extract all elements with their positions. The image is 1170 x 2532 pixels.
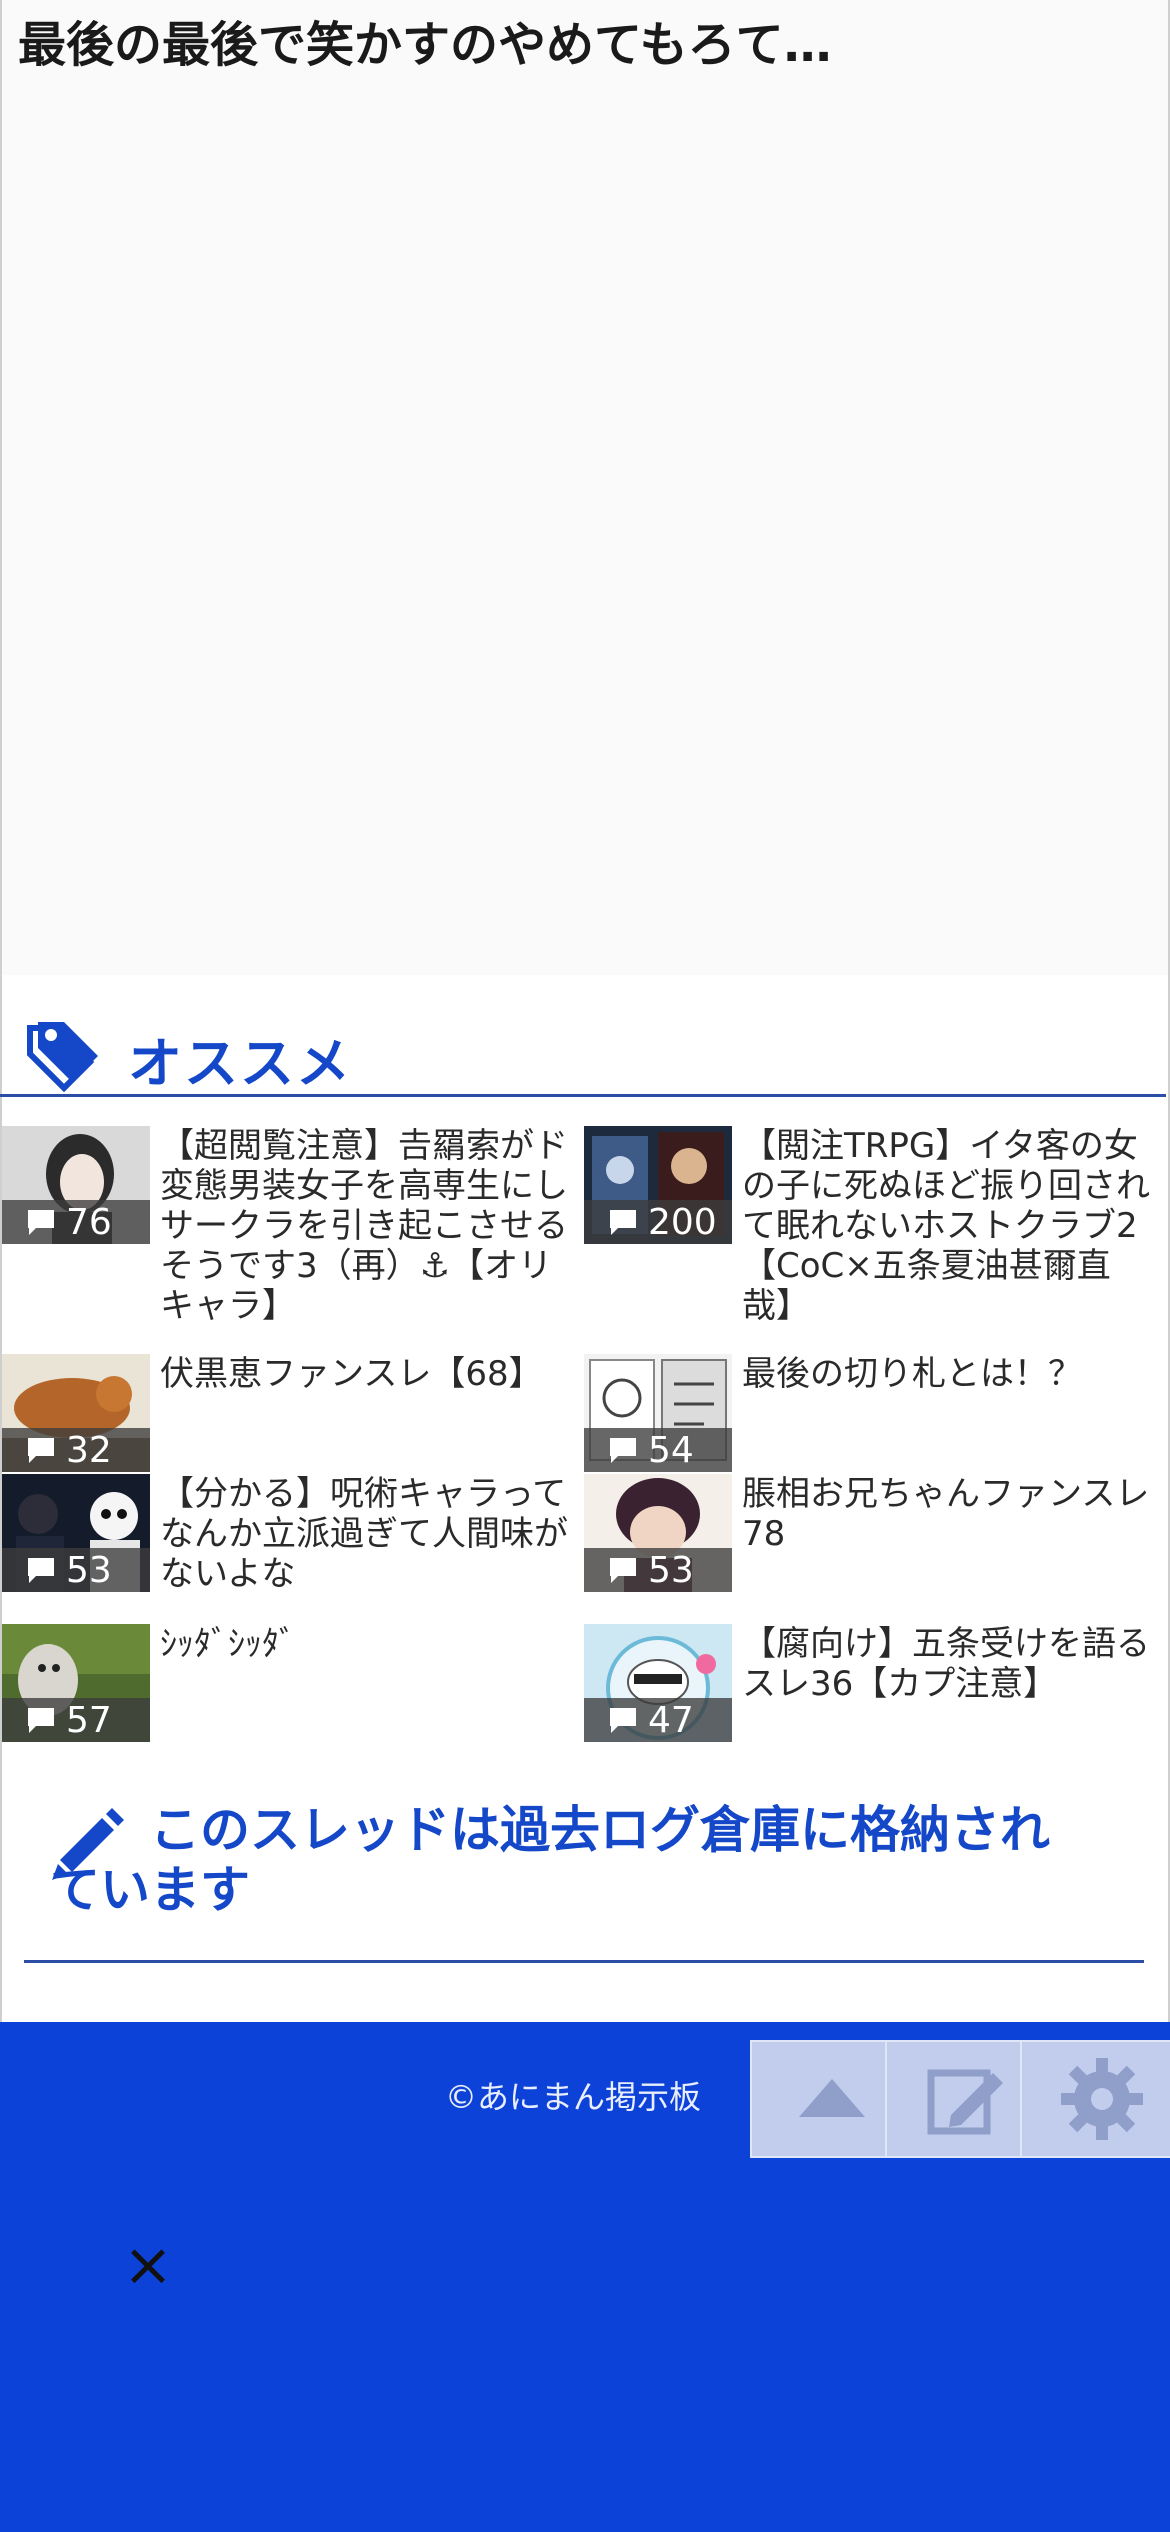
comment-count: 200 xyxy=(648,1201,717,1243)
recommend-divider xyxy=(0,1094,1166,1097)
copyright: ©あにまん掲示板 xyxy=(445,2078,702,2116)
comment-icon xyxy=(28,1708,54,1733)
recommend-heading-label: オススメ xyxy=(128,1031,352,1095)
thread-thumbnail[interactable]: 53 xyxy=(2,1474,150,1592)
page-title: 最後の最後で笑かすのやめてもろて… xyxy=(18,17,832,73)
comment-count-badge: 200 xyxy=(584,1200,732,1244)
thread-title-link[interactable]: 脹相お兄ちゃんファンスレ78 xyxy=(742,1474,1152,1554)
ad-area xyxy=(2,0,1168,975)
comment-count-badge: 54 xyxy=(584,1428,732,1472)
tag-icon xyxy=(27,1022,98,1093)
comment-icon xyxy=(28,1438,54,1463)
comment-count: 76 xyxy=(66,1201,112,1243)
comment-count: 57 xyxy=(66,1699,112,1741)
comment-icon xyxy=(28,1558,54,1583)
edit-icon xyxy=(927,2069,1003,2135)
list-item[interactable]: 200 【閲注TRPG】イタ客の女の子に死ぬほど振り回されて眠れないホストクラブ… xyxy=(584,1126,1164,1336)
thread-thumbnail[interactable]: 200 xyxy=(584,1126,732,1244)
comment-icon xyxy=(610,1210,636,1235)
pencil-icon xyxy=(52,1808,124,1880)
comment-count: 54 xyxy=(648,1429,694,1471)
triangle-up-icon xyxy=(799,2079,865,2117)
thread-title-link[interactable]: 最後の切り札とは！？ xyxy=(742,1354,1152,1394)
comment-count-badge: 53 xyxy=(2,1548,150,1592)
thread-title-link[interactable]: 【腐向け】五条受けを語るスレ36【カプ注意】 xyxy=(742,1624,1152,1704)
comment-icon xyxy=(28,1210,54,1235)
thread-thumbnail[interactable]: 54 xyxy=(584,1354,732,1472)
comment-icon xyxy=(610,1438,636,1463)
gear-icon xyxy=(1061,2058,1143,2140)
archive-divider xyxy=(24,1960,1144,1963)
comment-icon xyxy=(610,1558,636,1583)
list-item[interactable]: 57 ｼｯﾀﾞｼｯﾀﾞ xyxy=(2,1624,582,1742)
comment-count-badge: 76 xyxy=(2,1200,150,1244)
list-item[interactable]: 54 最後の切り札とは！？ xyxy=(584,1354,1164,1472)
comment-count: 53 xyxy=(66,1549,112,1591)
comment-icon xyxy=(610,1708,636,1733)
thread-thumbnail[interactable]: 76 xyxy=(2,1126,150,1244)
recommend-heading: オススメ xyxy=(24,1018,352,1098)
comment-count: 47 xyxy=(648,1699,694,1741)
comment-count-badge: 47 xyxy=(584,1698,732,1742)
comment-count-badge: 32 xyxy=(2,1428,150,1472)
list-item[interactable]: 32 伏黒恵ファンスレ【68】 xyxy=(2,1354,582,1472)
thread-thumbnail[interactable]: 57 xyxy=(2,1624,150,1742)
list-item[interactable]: 53 【分かる】呪術キャラってなんか立派過ぎて人間味がないよな xyxy=(2,1474,582,1594)
settings-button[interactable] xyxy=(1020,2040,1170,2158)
list-item[interactable]: 53 脹相お兄ちゃんファンスレ78 xyxy=(584,1474,1164,1594)
thread-thumbnail[interactable]: 32 xyxy=(2,1354,150,1472)
thread-title-link[interactable]: 【閲注TRPG】イタ客の女の子に死ぬほど振り回されて眠れないホストクラブ2【Co… xyxy=(742,1126,1152,1326)
list-item[interactable]: 47 【腐向け】五条受けを語るスレ36【カプ注意】 xyxy=(584,1624,1164,1742)
comment-count-badge: 57 xyxy=(2,1698,150,1742)
comment-count-badge: 53 xyxy=(584,1548,732,1592)
thread-thumbnail[interactable]: 53 xyxy=(584,1474,732,1592)
thread-title-link[interactable]: 【分かる】呪術キャラってなんか立派過ぎて人間味がないよな xyxy=(160,1474,570,1594)
thread-title-link[interactable]: 【超閲覧注意】𠮷羂索がド変態男装女子を高専生にしサークラを引き起こさせるそうです… xyxy=(160,1126,570,1326)
thread-title-link[interactable]: ｼｯﾀﾞｼｯﾀﾞ xyxy=(160,1624,570,1664)
list-item[interactable]: 76 【超閲覧注意】𠮷羂索がド変態男装女子を高専生にしサークラを引き起こさせるそ… xyxy=(2,1126,582,1336)
comment-count: 32 xyxy=(66,1429,112,1471)
comment-count: 53 xyxy=(648,1549,694,1591)
archive-notice-text: このスレッドは過去ログ倉庫に格納されています xyxy=(50,1801,1050,1919)
archive-notice: このスレッドは過去ログ倉庫に格納されています xyxy=(50,1800,1090,1920)
thread-title-link[interactable]: 伏黒恵ファンスレ【68】 xyxy=(160,1354,570,1394)
close-ad-button[interactable]: × xyxy=(118,2235,178,2295)
thread-thumbnail[interactable]: 47 xyxy=(584,1624,732,1742)
